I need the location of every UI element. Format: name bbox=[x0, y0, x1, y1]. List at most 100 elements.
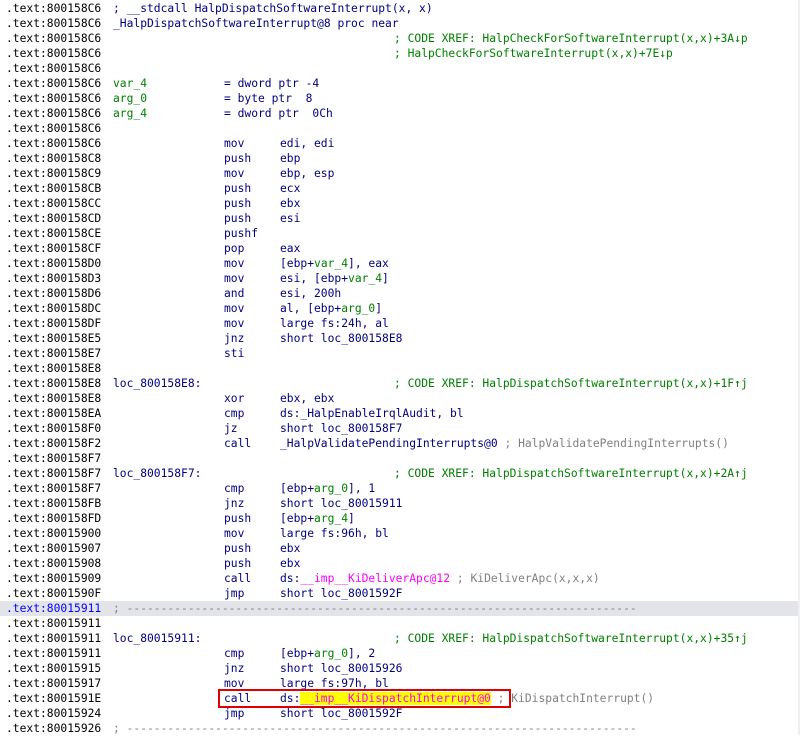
line-address[interactable]: .text:800158C9 bbox=[6, 166, 101, 181]
listing-line[interactable]: .text:80015911 ; ------------------------… bbox=[0, 601, 800, 616]
operand-variable[interactable]: var_4 bbox=[314, 257, 348, 270]
instruction-mnemonic[interactable]: jnz bbox=[224, 496, 244, 511]
line-address[interactable]: .text:800158C6 bbox=[6, 136, 101, 151]
listing-line[interactable]: .text:80015911 loc_80015911: ; CODE XREF: … bbox=[0, 631, 800, 646]
operand-import[interactable]: __imp__KiDispatchInterrupt@0 bbox=[300, 692, 491, 705]
instruction-operands[interactable]: esi, [ebp+var_4] bbox=[280, 271, 389, 286]
instruction-operands[interactable]: short loc_80015926 bbox=[280, 661, 402, 676]
instruction-operands[interactable]: short loc_80015911 bbox=[280, 496, 402, 511]
instruction-mnemonic[interactable]: jz bbox=[224, 421, 238, 436]
line-address[interactable]: .text:800158CC bbox=[6, 196, 101, 211]
listing-line[interactable]: .text:800158E8 xor ebx, ebx bbox=[0, 391, 800, 406]
listing-line[interactable]: .text:80015911 cmp [ebp+arg_0], 2 bbox=[0, 646, 800, 661]
line-address[interactable]: .text:800158D3 bbox=[6, 271, 101, 286]
instruction-mnemonic[interactable]: push bbox=[224, 211, 251, 226]
line-address[interactable]: .text:80015908 bbox=[6, 556, 101, 571]
stack-variable-name[interactable]: arg_4 bbox=[113, 106, 147, 121]
line-address[interactable]: .text:800158D0 bbox=[6, 256, 101, 271]
xref-comment[interactable]: ; CODE XREF: HalpDispatchSoftwareInterru… bbox=[394, 376, 748, 391]
listing-line[interactable]: .text:8001591E call ds:__imp__KiDispatchIn… bbox=[0, 691, 800, 706]
line-address[interactable]: .text:800158C6 bbox=[6, 61, 101, 76]
line-address[interactable]: .text:80015924 bbox=[6, 706, 101, 721]
instruction-mnemonic[interactable]: call bbox=[224, 691, 251, 706]
instruction-mnemonic[interactable]: push bbox=[224, 151, 251, 166]
listing-line[interactable]: .text:80015926 ; ------------------------… bbox=[0, 721, 800, 736]
instruction-mnemonic[interactable]: mov bbox=[224, 271, 244, 286]
code-label[interactable]: loc_80015911: bbox=[113, 631, 201, 646]
instruction-mnemonic[interactable]: call bbox=[224, 436, 251, 451]
line-address[interactable]: .text:800158CD bbox=[6, 211, 101, 226]
line-address[interactable]: .text:800158F7 bbox=[6, 481, 101, 496]
disassembly-listing[interactable]: .text:800158C6 ; __stdcall HalpDispatchSo… bbox=[0, 0, 800, 735]
line-address[interactable]: .text:8001590F bbox=[6, 586, 101, 601]
listing-line[interactable]: .text:800158F7 bbox=[0, 451, 800, 466]
instruction-mnemonic[interactable]: jnz bbox=[224, 661, 244, 676]
line-address[interactable]: .text:80015911 bbox=[6, 616, 101, 631]
listing-line[interactable]: .text:800158C6 bbox=[0, 61, 800, 76]
instruction-mnemonic[interactable]: cmp bbox=[224, 481, 244, 496]
listing-line[interactable]: .text:80015907 push ebx bbox=[0, 541, 800, 556]
listing-line[interactable]: .text:800158C6 bbox=[0, 121, 800, 136]
operand-import[interactable]: __imp__KiDeliverApc@12 bbox=[300, 572, 450, 585]
line-address[interactable]: .text:800158DC bbox=[6, 301, 101, 316]
instruction-operands[interactable]: large fs:24h, al bbox=[280, 316, 389, 331]
line-address[interactable]: .text:800158E8 bbox=[6, 361, 101, 376]
instruction-mnemonic[interactable]: jmp bbox=[224, 586, 244, 601]
listing-line[interactable]: .text:800158CE pushf bbox=[0, 226, 800, 241]
line-address[interactable]: .text:800158FD bbox=[6, 511, 101, 526]
listing-line[interactable]: .text:800158C6 ; HalpCheckForSoftwareInte… bbox=[0, 46, 800, 61]
listing-line[interactable]: .text:800158CB push ecx bbox=[0, 181, 800, 196]
instruction-mnemonic[interactable]: sti bbox=[224, 346, 244, 361]
listing-line[interactable]: .text:800158DF mov large fs:24h, al bbox=[0, 316, 800, 331]
instruction-mnemonic[interactable]: and bbox=[224, 286, 244, 301]
line-address[interactable]: .text:80015909 bbox=[6, 571, 101, 586]
listing-line[interactable]: .text:800158C6 ; __stdcall HalpDispatchSo… bbox=[0, 1, 800, 16]
line-address[interactable]: .text:800158CF bbox=[6, 241, 101, 256]
operand-variable[interactable]: arg_0 bbox=[314, 647, 348, 660]
line-address[interactable]: .text:800158F7 bbox=[6, 451, 101, 466]
instruction-operands[interactable]: short loc_800158F7 bbox=[280, 421, 402, 436]
listing-line[interactable]: .text:80015908 push ebx bbox=[0, 556, 800, 571]
line-address[interactable]: .text:800158C6 bbox=[6, 121, 101, 136]
line-address[interactable]: .text:800158E8 bbox=[6, 391, 101, 406]
listing-line[interactable]: .text:800158C6 arg_0 = byte ptr 8 bbox=[0, 91, 800, 106]
instruction-mnemonic[interactable]: cmp bbox=[224, 646, 244, 661]
instruction-mnemonic[interactable]: pop bbox=[224, 241, 244, 256]
instruction-operands[interactable]: eax bbox=[280, 241, 300, 256]
listing-line[interactable]: .text:80015900 mov large fs:96h, bl bbox=[0, 526, 800, 541]
instruction-mnemonic[interactable]: mov bbox=[224, 526, 244, 541]
listing-line[interactable]: .text:800158FB jnz short loc_80015911 bbox=[0, 496, 800, 511]
instruction-mnemonic[interactable]: mov bbox=[224, 316, 244, 331]
instruction-operands[interactable]: esi, 200h bbox=[280, 286, 341, 301]
instruction-operands[interactable]: edi, edi bbox=[280, 136, 334, 151]
instruction-operands[interactable]: ebx bbox=[280, 556, 300, 571]
listing-line[interactable]: .text:800158E5 jnz short loc_800158E8 bbox=[0, 331, 800, 346]
instruction-operands[interactable]: ebx bbox=[280, 196, 300, 211]
listing-line[interactable]: .text:800158DC mov al, [ebp+arg_0] bbox=[0, 301, 800, 316]
line-address[interactable]: .text:80015900 bbox=[6, 526, 101, 541]
line-address[interactable]: .text:80015911 bbox=[6, 646, 101, 661]
instruction-mnemonic[interactable]: mov bbox=[224, 256, 244, 271]
line-address[interactable]: .text:80015911 bbox=[6, 601, 101, 616]
line-address[interactable]: .text:8001591E bbox=[6, 691, 101, 706]
listing-line[interactable]: .text:80015909 call ds:__imp__KiDeliverApc… bbox=[0, 571, 800, 586]
line-address[interactable]: .text:800158F0 bbox=[6, 421, 101, 436]
line-address[interactable]: .text:800158E5 bbox=[6, 331, 101, 346]
instruction-mnemonic[interactable]: jnz bbox=[224, 331, 244, 346]
listing-line[interactable]: .text:800158F0 jz short loc_800158F7 bbox=[0, 421, 800, 436]
listing-line[interactable]: .text:80015915 jnz short loc_80015926 bbox=[0, 661, 800, 676]
listing-line[interactable]: .text:800158D3 mov esi, [ebp+var_4] bbox=[0, 271, 800, 286]
line-address[interactable]: .text:80015926 bbox=[6, 721, 101, 736]
line-address[interactable]: .text:800158CB bbox=[6, 181, 101, 196]
instruction-operands[interactable]: _HalpValidatePendingInterrupts@0 ; HalpV… bbox=[280, 436, 729, 451]
listing-line[interactable]: .text:80015924 jmp short loc_8001592F bbox=[0, 706, 800, 721]
line-address[interactable]: .text:800158E8 bbox=[6, 376, 101, 391]
xref-comment[interactable]: ; CODE XREF: HalpCheckForSoftwareInterru… bbox=[394, 31, 748, 46]
line-address[interactable]: .text:800158F2 bbox=[6, 436, 101, 451]
line-address[interactable]: .text:80015907 bbox=[6, 541, 101, 556]
instruction-mnemonic[interactable]: mov bbox=[224, 676, 244, 691]
listing-line[interactable]: .text:800158C6 ; CODE XREF: HalpCheckForS… bbox=[0, 31, 800, 46]
listing-line[interactable]: .text:800158E8 bbox=[0, 361, 800, 376]
instruction-operands[interactable]: short loc_800158E8 bbox=[280, 331, 402, 346]
instruction-mnemonic[interactable]: mov bbox=[224, 136, 244, 151]
